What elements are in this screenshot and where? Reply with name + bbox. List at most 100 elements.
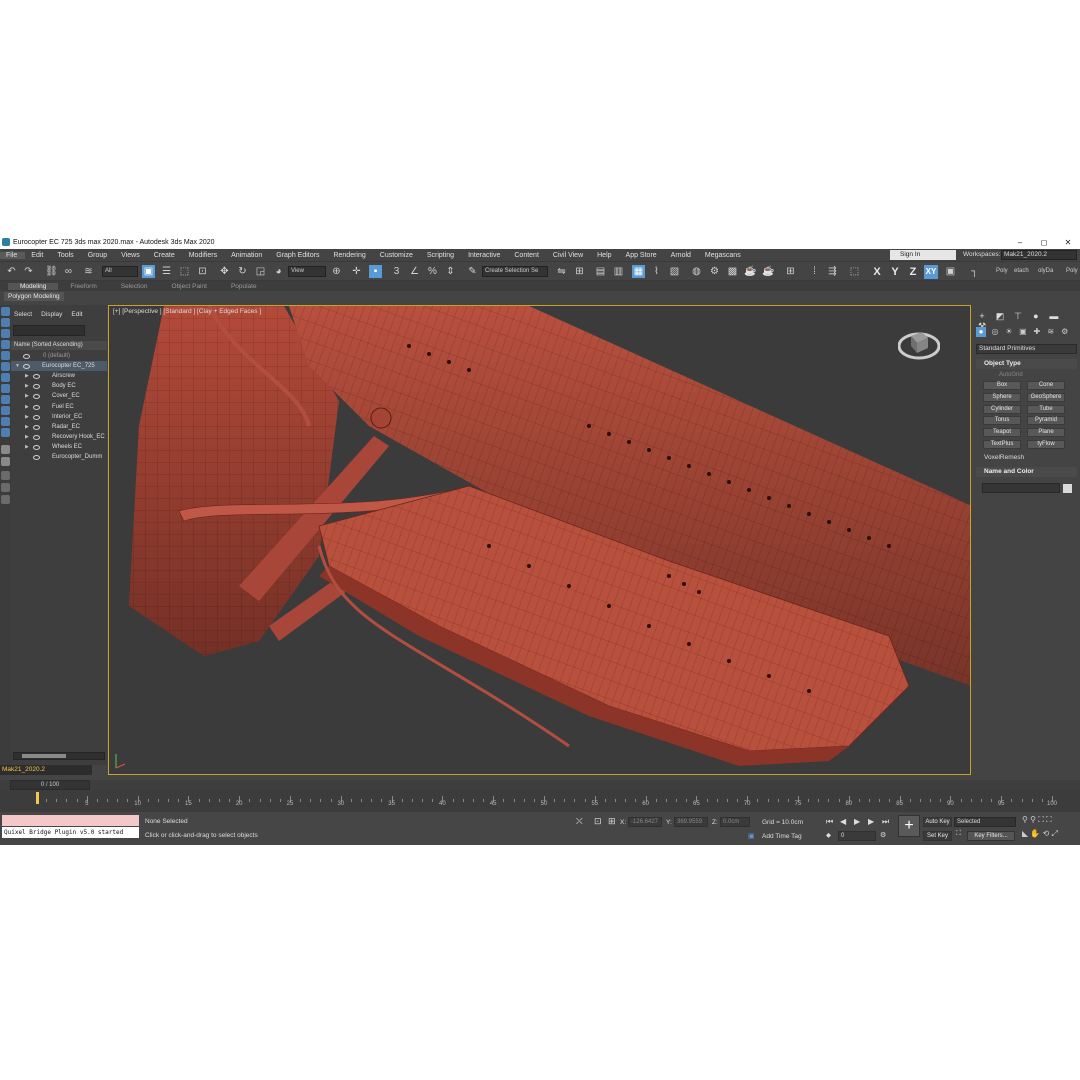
menu-item-civil-view[interactable]: Civil View bbox=[547, 252, 591, 259]
viewport-label[interactable]: [+] [Perspective ] [Standard ] [Clay + E… bbox=[113, 308, 261, 315]
move-icon[interactable]: ✥ bbox=[218, 265, 231, 278]
primitive-button-pyramid[interactable]: Pyramid bbox=[1027, 416, 1065, 426]
rect-selection-icon[interactable]: ⬚ bbox=[178, 265, 191, 278]
object-color-swatch[interactable] bbox=[1063, 484, 1072, 493]
primitive-button-box[interactable]: Box bbox=[983, 381, 1021, 390]
next-frame-icon[interactable]: ▶ bbox=[868, 817, 874, 826]
edit-named-sets-icon[interactable]: ✎ bbox=[466, 265, 479, 278]
modify-tab-icon[interactable]: ◩ bbox=[994, 311, 1006, 321]
menu-item-edit[interactable]: Edit bbox=[25, 252, 51, 259]
axis-x-button[interactable]: X bbox=[870, 265, 884, 279]
primitive-button-sphere[interactable]: Sphere bbox=[983, 392, 1021, 402]
visibility-eye-icon[interactable] bbox=[33, 424, 40, 430]
geometry-category-icon[interactable]: ● bbox=[976, 327, 986, 337]
ribbon-toggle-icon[interactable]: ▦ bbox=[632, 265, 645, 278]
mirror-icon[interactable]: ⇋ bbox=[555, 265, 568, 278]
minimize-button[interactable]: – bbox=[1008, 238, 1032, 247]
visibility-eye-icon[interactable] bbox=[33, 404, 40, 410]
add-time-tag-button[interactable]: Add Time Tag bbox=[762, 833, 802, 840]
display-all-icon[interactable] bbox=[1, 318, 10, 327]
axis-xy-button[interactable]: XY bbox=[924, 265, 938, 279]
expand-toggle-icon[interactable]: ▶ bbox=[25, 402, 29, 412]
current-layer-field[interactable]: Mak21_2020.2 bbox=[0, 765, 92, 775]
orbit-icon[interactable]: ⟲ bbox=[1043, 829, 1050, 838]
scene-tree-row[interactable]: ▶ Cover_EC bbox=[11, 391, 107, 401]
workspaces-select[interactable]: Mak21_2020.2 bbox=[1001, 250, 1077, 260]
menu-item-interactive[interactable]: Interactive bbox=[462, 252, 508, 259]
voxelremesh-button[interactable]: VoxelRemesh bbox=[984, 454, 1024, 461]
ribbon-tab-modeling[interactable]: Modeling bbox=[8, 282, 59, 290]
curve-editor-icon[interactable]: ⌇ bbox=[650, 265, 663, 278]
zoom-extents-all-icon[interactable]: ⛶ bbox=[1046, 815, 1052, 824]
redo-icon[interactable]: ↷ bbox=[22, 265, 35, 278]
render-setup-icon[interactable]: ⚙ bbox=[708, 265, 721, 278]
explorer-column-header[interactable]: Name (Sorted Ascending) bbox=[11, 341, 107, 350]
scene-tree-row[interactable]: ▼ Eurocopter EC_725 bbox=[11, 361, 107, 372]
zoom-all-icon[interactable]: ⚲ bbox=[1030, 815, 1036, 824]
poly-label-2[interactable]: Poly bbox=[1066, 268, 1078, 274]
visibility-eye-icon[interactable] bbox=[33, 394, 40, 400]
spinner-snap-icon[interactable]: ⇕ bbox=[444, 265, 457, 278]
unlink-icon[interactable]: ∞ bbox=[62, 265, 75, 278]
maximize-viewport-icon[interactable]: ⤢ bbox=[1052, 829, 1058, 838]
material-editor-icon[interactable]: ◍ bbox=[690, 265, 703, 278]
primitive-button-geosphere[interactable]: GeoSphere bbox=[1027, 392, 1065, 402]
menu-item-animation[interactable]: Animation bbox=[225, 252, 270, 259]
shapes-category-icon[interactable]: ◎ bbox=[990, 327, 1000, 337]
scene-tree-row[interactable]: ▶ Fuel EC bbox=[11, 402, 107, 412]
zoom-icon[interactable]: ⚲ bbox=[1022, 815, 1028, 824]
display-bones-icon[interactable] bbox=[1, 417, 10, 426]
select-by-name-icon[interactable]: ☰ bbox=[160, 265, 173, 278]
ribbon-tab-selection[interactable]: Selection bbox=[109, 283, 160, 290]
pan-icon[interactable]: ✋ bbox=[1030, 829, 1040, 838]
scene-tree-row[interactable]: ▶ Recovery Hook_EC bbox=[11, 432, 107, 442]
visibility-eye-icon[interactable] bbox=[23, 354, 30, 359]
set-key-button[interactable]: Set Key bbox=[923, 831, 952, 841]
named-selection-sets-select[interactable]: Create Selection Se bbox=[482, 266, 548, 277]
perspective-viewport[interactable]: [+] [Perspective ] [Standard ] [Clay + E… bbox=[108, 305, 971, 775]
menu-item-arnold[interactable]: Arnold bbox=[665, 252, 699, 259]
expand-toggle-icon[interactable]: ▶ bbox=[25, 412, 29, 422]
select-object-icon[interactable]: ▣ bbox=[142, 265, 155, 278]
display-none-icon[interactable] bbox=[1, 307, 10, 316]
scene-tree-row[interactable]: ▶ Airscrew bbox=[11, 371, 107, 381]
expand-toggle-icon[interactable]: ▶ bbox=[25, 432, 29, 442]
scale-icon[interactable]: ◲ bbox=[254, 265, 267, 278]
paint-icon[interactable] bbox=[1, 471, 10, 480]
close-button[interactable]: ✕ bbox=[1056, 238, 1080, 247]
expand-toggle-icon[interactable]: ▶ bbox=[25, 391, 29, 401]
polygon-modeling-tab[interactable]: Polygon Modeling bbox=[4, 292, 64, 301]
menu-item-megascans[interactable]: Megascans bbox=[699, 252, 749, 259]
keyboard-shortcut-override-icon[interactable]: ▪ bbox=[369, 265, 382, 278]
align-icon[interactable]: ⊞ bbox=[573, 265, 586, 278]
time-config-icon[interactable]: ⚙ bbox=[880, 831, 886, 839]
menu-item-help[interactable]: Help bbox=[591, 252, 619, 259]
primitive-button-tyflow[interactable]: tyFlow bbox=[1027, 440, 1065, 449]
menu-item-tools[interactable]: Tools bbox=[51, 252, 81, 259]
rendered-frame-icon[interactable]: ▩ bbox=[726, 265, 739, 278]
primitive-button-torus[interactable]: Torus bbox=[983, 416, 1021, 426]
primitive-button-teapot[interactable]: Teapot bbox=[983, 428, 1021, 438]
corner-icon[interactable]: ┐ bbox=[968, 265, 981, 278]
scene-explorer-icon[interactable]: ▤ bbox=[594, 265, 607, 278]
x-coord-input[interactable]: -126.6427 bbox=[628, 817, 662, 827]
menu-item-content[interactable]: Content bbox=[508, 252, 547, 259]
axis-z-button[interactable]: Z bbox=[906, 265, 920, 279]
primitive-button-plane[interactable]: Plane bbox=[1027, 428, 1065, 438]
play-icon[interactable]: ▶ bbox=[854, 817, 860, 826]
snaps-toggle-icon[interactable]: 3 bbox=[390, 265, 403, 278]
ribbon-tab-freeform[interactable]: Freeform bbox=[58, 283, 108, 290]
pivot-center-icon[interactable]: ⊕ bbox=[330, 265, 343, 278]
spacewarps-category-icon[interactable]: ≋ bbox=[1046, 327, 1056, 337]
object-name-input[interactable] bbox=[982, 483, 1060, 493]
scene-tree-row[interactable]: ▶ Body EC bbox=[11, 381, 107, 391]
sign-in-button[interactable]: Sign In bbox=[890, 250, 956, 260]
undo-icon[interactable]: ↶ bbox=[5, 265, 18, 278]
window-crossing-icon[interactable]: ⊡ bbox=[196, 265, 209, 278]
auto-key-button[interactable]: Auto Key bbox=[923, 817, 952, 827]
key-filters-button[interactable]: Key Filters... bbox=[967, 831, 1015, 841]
menu-item-customize[interactable]: Customize bbox=[374, 252, 421, 259]
explorer-menu-display[interactable]: Display bbox=[38, 311, 68, 318]
scroll-thumb[interactable] bbox=[22, 754, 66, 758]
time-slider[interactable]: 0 / 100 bbox=[10, 780, 90, 790]
